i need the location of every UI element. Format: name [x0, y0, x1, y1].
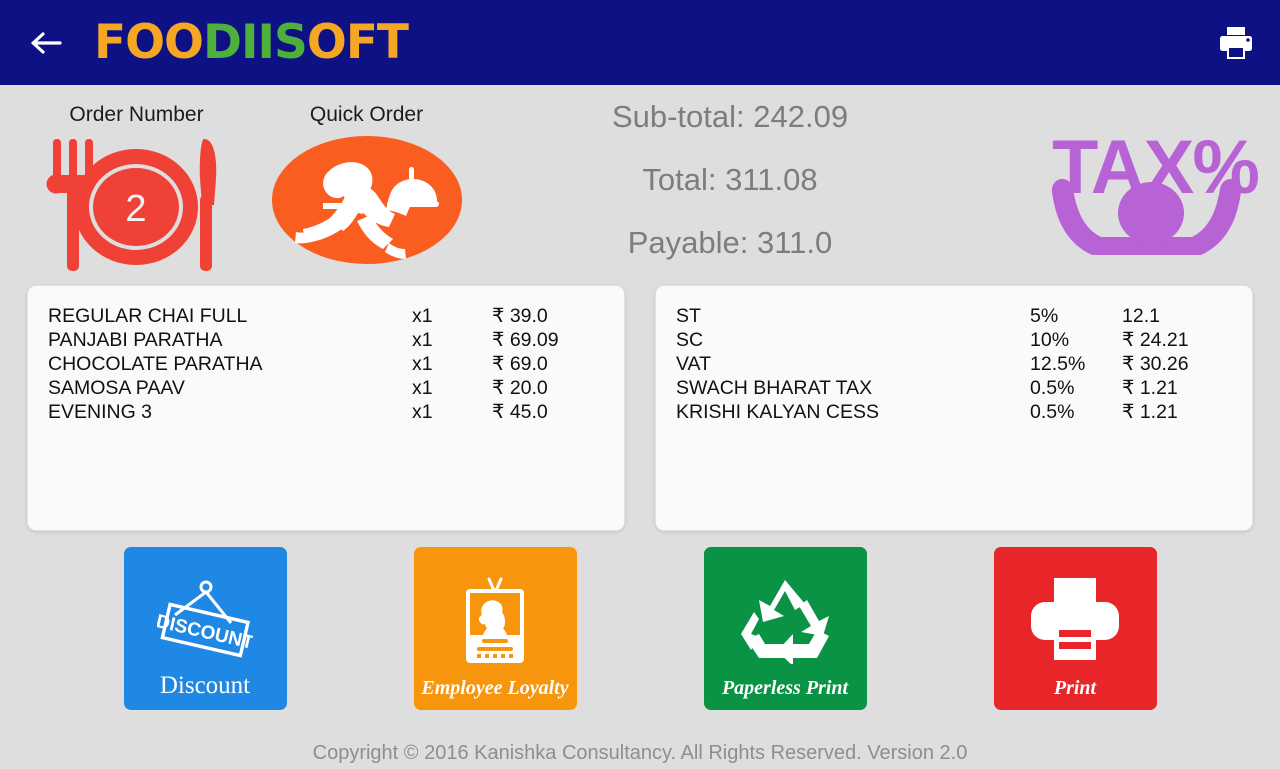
discount-tag-icon: DISCOUNT	[157, 561, 253, 672]
tax-row-name: KRISHI KALYAN CESS	[676, 401, 880, 423]
tax-row-rate: 0.5%	[1030, 401, 1075, 423]
quick-order-label: Quick Order	[309, 103, 424, 126]
tax-breakdown-panel: ST 5% 12.1 SC 10% ₹ 24.21 VAT 12.5% ₹ 30.26 SWACH…	[655, 285, 1253, 531]
tax-row-rate: 5%	[1030, 305, 1059, 327]
tax-row-name: ST	[676, 305, 701, 327]
app-logo: FOODIISOFT	[94, 19, 409, 66]
order-item-row-qty: x1	[412, 329, 433, 351]
print-button-label: Print	[1053, 677, 1097, 699]
tax-row[interactable]: SWACH BHARAT TAX 0.5% ₹ 1.21	[676, 376, 1230, 400]
order-item-row-name: REGULAR CHAI FULL	[48, 305, 248, 327]
order-item-row-amount: ₹ 20.0	[492, 377, 548, 399]
running-waiter-icon	[271, 136, 462, 264]
order-item-row[interactable]: PANJABI PARATHA x1 ₹ 69.09	[48, 328, 602, 352]
back-button[interactable]	[26, 23, 66, 63]
app-bar: FOODIISOFT	[0, 0, 1280, 85]
logo-segment-2: DIIS	[203, 15, 308, 70]
tax-row-name: SC	[676, 329, 704, 351]
tax-row-amount: 12.1	[1122, 305, 1160, 327]
order-item-row-name: PANJABI PARATHA	[48, 329, 223, 351]
payable-text: Payable: 311.0	[627, 225, 833, 260]
order-number-label: Order Number	[69, 103, 204, 126]
paperless-print-button[interactable]: Paperless Print	[703, 547, 867, 710]
order-item-row-name: CHOCOLATE PARATHA	[48, 353, 263, 375]
order-item-row-amount: ₹ 39.0	[492, 305, 548, 327]
total-text: Total: 311.08	[642, 162, 818, 197]
order-item-row[interactable]: EVENING 3 x1 ₹ 45.0	[48, 400, 602, 424]
order-item-row-qty: x1	[412, 401, 433, 423]
sub-total-text: Sub-total: 242.09	[611, 99, 849, 134]
tax-row[interactable]: SC 10% ₹ 24.21	[676, 328, 1230, 352]
order-item-row-amount: ₹ 45.0	[492, 401, 548, 423]
tax-row-amount: ₹ 1.21	[1122, 377, 1178, 399]
printer-icon	[1220, 26, 1252, 59]
action-buttons-row: DISCOUNT Discount Employee Loyalty Paper…	[0, 531, 1280, 716]
discount-button-label: Discount	[159, 672, 251, 699]
order-item-row-name: EVENING 3	[48, 401, 153, 423]
summary-row: Order Number 2 Quick Order Sub-total: 24…	[0, 85, 1280, 285]
tax-row-name: VAT	[676, 353, 712, 375]
footer-copyright: Copyright © 2016 Kanishka Consultancy. A…	[312, 742, 968, 764]
arrow-left-icon	[31, 31, 62, 54]
order-item-row[interactable]: CHOCOLATE PARATHA x1 ₹ 69.0	[48, 352, 602, 376]
logo-segment-1: FOO	[94, 15, 204, 70]
employee-loyalty-button-label: Employee Loyalty	[421, 677, 569, 699]
tax-percent-icon: TAX%	[1051, 125, 1259, 255]
recycle-icon	[737, 561, 833, 677]
order-item-row-qty: x1	[412, 305, 433, 327]
tax-row[interactable]: ST 5% 12.1	[676, 304, 1230, 328]
order-item-row-name: SAMOSA PAAV	[48, 377, 185, 399]
printer-icon	[1025, 561, 1125, 677]
totals-block: Sub-total: 242.09 Total: 311.08 Payable:…	[474, 85, 1036, 290]
tax-row-rate: 12.5%	[1030, 353, 1086, 375]
order-number-value-text: 2	[125, 188, 146, 230]
paperless-print-button-label: Paperless Print	[721, 677, 849, 699]
tax-row[interactable]: VAT 12.5% ₹ 30.26	[676, 352, 1230, 376]
order-item-row-amount: ₹ 69.0	[492, 353, 548, 375]
order-item-row-amount: ₹ 69.09	[492, 329, 559, 351]
id-badge-icon	[453, 561, 537, 677]
tax-block[interactable]: TAX%	[1036, 85, 1266, 261]
tax-row-amount: ₹ 1.21	[1122, 401, 1178, 423]
detail-panels: REGULAR CHAI FULL x1 ₹ 39.0 PANJABI PARATHA…	[0, 285, 1280, 531]
tax-row-amount: ₹ 24.21	[1122, 329, 1189, 351]
discount-button[interactable]: DISCOUNT Discount	[123, 547, 287, 710]
tax-row-name: SWACH BHARAT TAX	[676, 377, 873, 399]
order-item-row-qty: x1	[412, 353, 433, 375]
tax-row[interactable]: KRISHI KALYAN CESS 0.5% ₹ 1.21	[676, 400, 1230, 424]
order-number-block[interactable]: Order Number 2	[14, 85, 259, 275]
quick-order-block[interactable]: Quick Order	[259, 85, 474, 265]
plate-cutlery-icon: 2	[46, 139, 216, 271]
print-button[interactable]: Print	[993, 547, 1157, 710]
order-items-panel: REGULAR CHAI FULL x1 ₹ 39.0 PANJABI PARATHA…	[27, 285, 625, 531]
tax-row-rate: 0.5%	[1030, 377, 1075, 399]
print-header-button[interactable]	[1214, 21, 1258, 65]
tax-row-rate: 10%	[1030, 329, 1070, 351]
employee-loyalty-button[interactable]: Employee Loyalty	[413, 547, 577, 710]
order-item-row-qty: x1	[412, 377, 433, 399]
order-item-row[interactable]: REGULAR CHAI FULL x1 ₹ 39.0	[48, 304, 602, 328]
order-item-row[interactable]: SAMOSA PAAV x1 ₹ 20.0	[48, 376, 602, 400]
logo-segment-3: OFT	[306, 15, 409, 70]
tax-row-amount: ₹ 30.26	[1122, 353, 1189, 375]
